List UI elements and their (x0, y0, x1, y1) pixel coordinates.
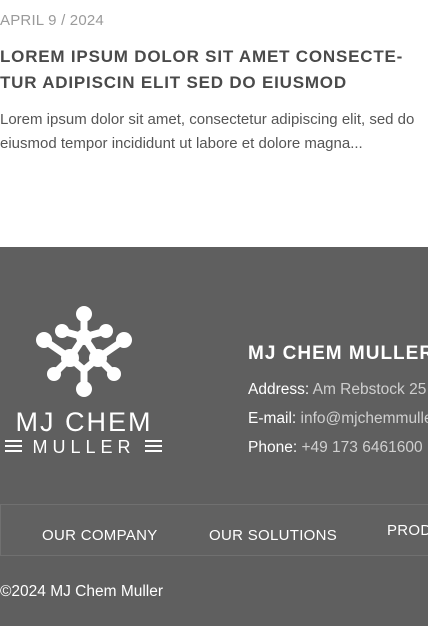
logo-text-line1: MJ CHEM (16, 407, 153, 437)
site-footer: MJ CHEM MULLER MJ CHEM MULLER Address: A… (0, 247, 428, 626)
phone-label: Phone: (248, 439, 298, 456)
nav-our-solutions[interactable]: OUR SOLUTIONS (209, 527, 337, 544)
footer-nav: OUR COMPANY OUR SOLUTIONS PRODUCTS (0, 504, 428, 556)
nav-products[interactable]: PRODUCTS (387, 522, 428, 539)
post-date: APRIL 9 / 2024 (0, 12, 104, 29)
phone-line: Phone: +49 173 6461600 (248, 439, 423, 457)
email-line: E-mail: info@mjchemmuller.de (248, 410, 428, 428)
blog-post-card: APRIL 9 / 2024 LOREM IPSUM DOLOR SIT AME… (0, 0, 428, 247)
post-title[interactable]: LOREM IPSUM DOLOR SIT AMET CONSECTE- TUR… (0, 44, 428, 96)
email-label: E-mail: (248, 410, 297, 427)
address-line: Address: Am Rebstock 25 (248, 381, 426, 399)
company-logo[interactable]: MJ CHEM MULLER (0, 303, 170, 463)
address-label: Address: (248, 381, 310, 398)
footer-company-name: MJ CHEM MULLER (248, 343, 428, 364)
phone-link[interactable]: +49 173 6461600 (301, 439, 422, 456)
email-link[interactable]: info@mjchemmuller.de (301, 410, 428, 427)
copyright-text: ©2024 MJ Chem Muller (0, 583, 164, 600)
address-value: Am Rebstock 25 (312, 381, 427, 398)
post-excerpt: Lorem ipsum dolor sit amet, consectetur … (0, 111, 415, 152)
logo-text-line2: MULLER (32, 437, 135, 457)
nav-our-company[interactable]: OUR COMPANY (42, 527, 158, 544)
molecule-logo-icon: MJ CHEM MULLER (5, 306, 162, 457)
